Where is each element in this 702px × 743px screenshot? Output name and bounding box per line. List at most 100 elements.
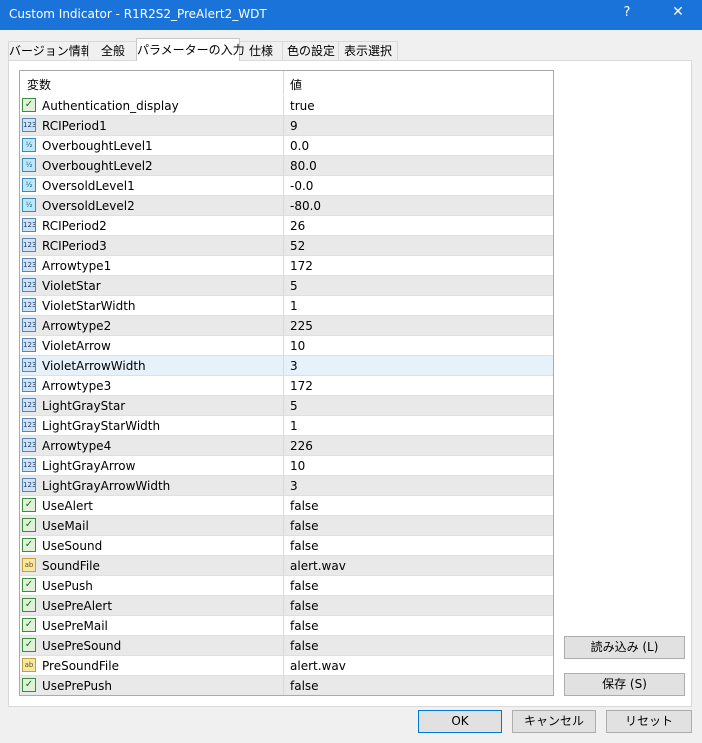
param-row[interactable]: ½ OverboughtLevel1 0.0 [20, 136, 553, 156]
param-value[interactable]: 5 [290, 399, 298, 413]
param-value[interactable]: 226 [290, 439, 313, 453]
int-type-icon: 123 [22, 218, 36, 232]
param-value[interactable]: 0.0 [290, 139, 309, 153]
param-value[interactable]: alert.wav [290, 559, 346, 573]
param-row[interactable]: 123 LightGrayStarWidth 1 [20, 416, 553, 436]
tab-display[interactable]: 表示選択 [338, 41, 398, 60]
param-row[interactable]: ½ OversoldLevel1 -0.0 [20, 176, 553, 196]
int-type-icon: 123 [22, 358, 36, 372]
param-row[interactable]: ab PreSoundFile alert.wav [20, 656, 553, 676]
param-value[interactable]: false [290, 619, 319, 633]
column-separator [283, 416, 284, 436]
param-value[interactable]: 9 [290, 119, 298, 133]
save-button[interactable]: 保存 (S) [564, 673, 685, 696]
param-row[interactable]: ✓ UsePreMail false [20, 616, 553, 636]
param-row[interactable]: ab SoundFile alert.wav [20, 556, 553, 576]
load-button[interactable]: 読み込み (L) [564, 636, 685, 659]
param-row[interactable]: ✓ UsePrePush false [20, 676, 553, 696]
tab-colors[interactable]: 色の設定 [282, 41, 340, 60]
ok-button[interactable]: OK [418, 710, 502, 733]
param-name: LightGrayStar [42, 399, 126, 413]
int-type-icon: 123 [22, 418, 36, 432]
close-button[interactable]: ✕ [668, 4, 688, 20]
param-row[interactable]: ✓ UseMail false [20, 516, 553, 536]
param-row[interactable]: ½ OverboughtLevel2 80.0 [20, 156, 553, 176]
tab-general[interactable]: 全般 [88, 41, 138, 60]
param-value[interactable]: false [290, 679, 319, 693]
param-value[interactable]: -80.0 [290, 199, 321, 213]
column-separator [283, 336, 284, 356]
param-row[interactable]: 123 LightGrayStar 5 [20, 396, 553, 416]
param-row[interactable]: ½ OversoldLevel2 -80.0 [20, 196, 553, 216]
param-name: OverboughtLevel1 [42, 139, 153, 153]
param-value[interactable]: alert.wav [290, 659, 346, 673]
param-value[interactable]: 3 [290, 359, 298, 373]
param-name: UsePreMail [42, 619, 108, 633]
help-button[interactable]: ? [617, 5, 637, 20]
column-separator [283, 136, 284, 156]
param-value[interactable]: 1 [290, 299, 298, 313]
param-row[interactable]: ✓ UseAlert false [20, 496, 553, 516]
param-value[interactable]: false [290, 499, 319, 513]
header-separator[interactable] [283, 71, 284, 95]
header-value[interactable]: 値 [290, 76, 302, 93]
param-row[interactable]: 123 VioletStarWidth 1 [20, 296, 553, 316]
cancel-button[interactable]: キャンセル [512, 710, 596, 733]
param-row[interactable]: 123 Arrowtype4 226 [20, 436, 553, 456]
header-variable[interactable]: 変数 [27, 76, 51, 93]
param-value[interactable]: 80.0 [290, 159, 317, 173]
param-name: UsePush [42, 579, 93, 593]
param-row[interactable]: 123 VioletArrow 10 [20, 336, 553, 356]
param-row[interactable]: 123 Arrowtype1 172 [20, 256, 553, 276]
param-value[interactable]: false [290, 639, 319, 653]
column-separator [283, 116, 284, 136]
param-value[interactable]: -0.0 [290, 179, 313, 193]
param-row[interactable]: 123 RCIPeriod3 52 [20, 236, 553, 256]
param-row[interactable]: 123 LightGrayArrowWidth 3 [20, 476, 553, 496]
param-value[interactable]: false [290, 599, 319, 613]
param-row[interactable]: ✓ UseSound false [20, 536, 553, 556]
parameter-grid[interactable]: 変数 値 ✓ Authentication_display true 123 RCIPe… [19, 70, 554, 696]
double-type-icon: ½ [22, 138, 36, 152]
param-name: Arrowtype2 [42, 319, 112, 333]
param-name: Authentication_display [42, 99, 179, 113]
param-value[interactable]: 26 [290, 219, 305, 233]
param-row[interactable]: ✓ UsePreAlert false [20, 596, 553, 616]
column-separator [283, 496, 284, 516]
param-row[interactable]: 123 Arrowtype2 225 [20, 316, 553, 336]
param-value[interactable]: 172 [290, 259, 313, 273]
tab-version-info[interactable]: バージョン情報 [8, 41, 93, 60]
param-row[interactable]: ✓ UsePreSound false [20, 636, 553, 656]
tab-specs[interactable]: 仕様 [238, 41, 284, 60]
param-row[interactable]: 123 RCIPeriod2 26 [20, 216, 553, 236]
int-type-icon: 123 [22, 278, 36, 292]
param-value[interactable]: 172 [290, 379, 313, 393]
param-value[interactable]: 5 [290, 279, 298, 293]
param-row[interactable]: 123 LightGrayArrow 10 [20, 456, 553, 476]
param-value[interactable]: false [290, 539, 319, 553]
param-value[interactable]: 225 [290, 319, 313, 333]
param-name: UseAlert [42, 499, 93, 513]
param-value[interactable]: 1 [290, 419, 298, 433]
param-row[interactable]: 123 RCIPeriod1 9 [20, 116, 553, 136]
param-value[interactable]: 52 [290, 239, 305, 253]
param-row[interactable]: ✓ UsePush false [20, 576, 553, 596]
param-row[interactable]: 123 VioletArrowWidth 3 [20, 356, 553, 376]
param-value[interactable]: 3 [290, 479, 298, 493]
param-row[interactable]: 123 Arrowtype3 172 [20, 376, 553, 396]
param-value[interactable]: false [290, 579, 319, 593]
column-separator [283, 96, 284, 116]
tab-parameters[interactable]: パラメーターの入力 [136, 38, 245, 61]
param-value[interactable]: true [290, 99, 315, 113]
row-divider [20, 695, 553, 696]
param-row[interactable]: 123 VioletStar 5 [20, 276, 553, 296]
param-value[interactable]: false [290, 519, 319, 533]
column-separator [283, 156, 284, 176]
param-value[interactable]: 10 [290, 339, 305, 353]
param-name: OversoldLevel2 [42, 199, 135, 213]
param-value[interactable]: 10 [290, 459, 305, 473]
param-row[interactable]: ✓ Authentication_display true [20, 96, 553, 116]
column-separator [283, 256, 284, 276]
title-bar: Custom Indicator - R1R2S2_PreAlert2_WDT … [0, 0, 702, 30]
reset-button[interactable]: リセット [606, 710, 692, 733]
